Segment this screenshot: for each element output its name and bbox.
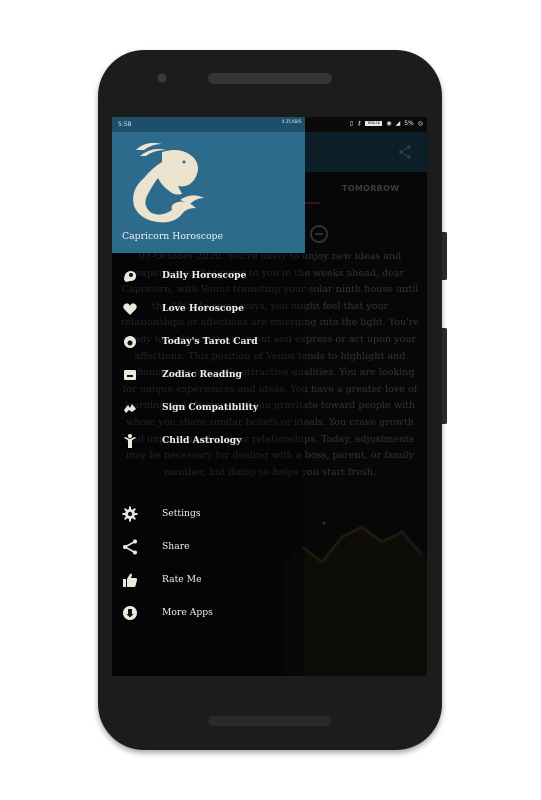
nav-item-label: Today's Tarot Card [162,336,258,347]
nav-item-rate-me[interactable]: Rate Me [112,567,305,593]
compatibility-icon [124,404,136,413]
net-speed: 4.35 KB/S [282,119,302,124]
child-icon [124,434,136,448]
volte-icon: VoLTE [365,121,383,126]
screen: 5:58 4.35 KB/S ▯ ⚷ VoLTE ◉ ◢ 5% ◎ TOMORR… [112,117,427,676]
nav-item-zodiac-reading[interactable]: Zodiac Reading [112,362,305,388]
heart-icon [123,303,137,315]
capricorn-logo-icon [133,142,204,223]
gear-icon [122,506,138,522]
nav-item-more-apps[interactable]: More Apps [112,600,305,626]
nav-item-label: Settings [162,508,201,519]
drawer-title: Capricorn Horoscope [122,231,223,242]
navigation-drawer: Capricorn Horoscope Daily Horoscope Love… [112,132,305,676]
hotspot-icon: ◉ [386,120,392,127]
nav-item-settings[interactable]: Settings [112,501,305,527]
volume-button [442,328,447,424]
status-bar-tint [112,117,305,132]
key-icon: ⚷ [356,120,362,127]
more-apps-icon [123,606,137,620]
nav-item-love-horoscope[interactable]: Love Horoscope [112,296,305,322]
nav-item-label: Rate Me [162,574,202,585]
nav-item-label: Zodiac Reading [162,369,242,380]
nav-item-label: Sign Compatibility [162,402,259,413]
reading-icon [124,370,136,380]
front-camera [157,73,167,83]
battery-text: 5% [404,120,414,127]
share-icon [123,539,137,555]
status-time: 5:58 [118,121,132,128]
nav-item-label: Share [162,541,190,552]
vibrate-icon: ▯ [349,120,353,127]
nav-item-label: Love Horoscope [162,303,244,314]
sync-icon: ◎ [417,120,423,127]
nav-item-share[interactable]: Share [112,534,305,560]
nav-item-label: More Apps [162,607,213,618]
horoscope-icon [124,271,136,282]
nav-item-daily-horoscope[interactable]: Daily Horoscope [112,263,305,289]
earpiece-speaker [208,73,332,84]
bottom-speaker [208,716,332,726]
nav-item-label: Child Astrology [162,435,242,446]
thumbs-up-icon [123,573,138,587]
nav-item-child-astrology[interactable]: Child Astrology [112,428,305,454]
nav-item-sign-compatibility[interactable]: Sign Compatibility [112,395,305,421]
scrim[interactable] [305,132,427,676]
drawer-header: Capricorn Horoscope [112,132,305,253]
status-icons: ▯ ⚷ VoLTE ◉ ◢ 5% ◎ [350,120,423,127]
tarot-icon [124,336,136,348]
power-button [442,232,447,280]
nav-item-label: Daily Horoscope [162,270,247,281]
signal-icon: ◢ [395,120,401,127]
nav-item-tarot-card[interactable]: Today's Tarot Card [112,329,305,355]
status-bar: 5:58 4.35 KB/S ▯ ⚷ VoLTE ◉ ◢ 5% ◎ [112,117,427,132]
